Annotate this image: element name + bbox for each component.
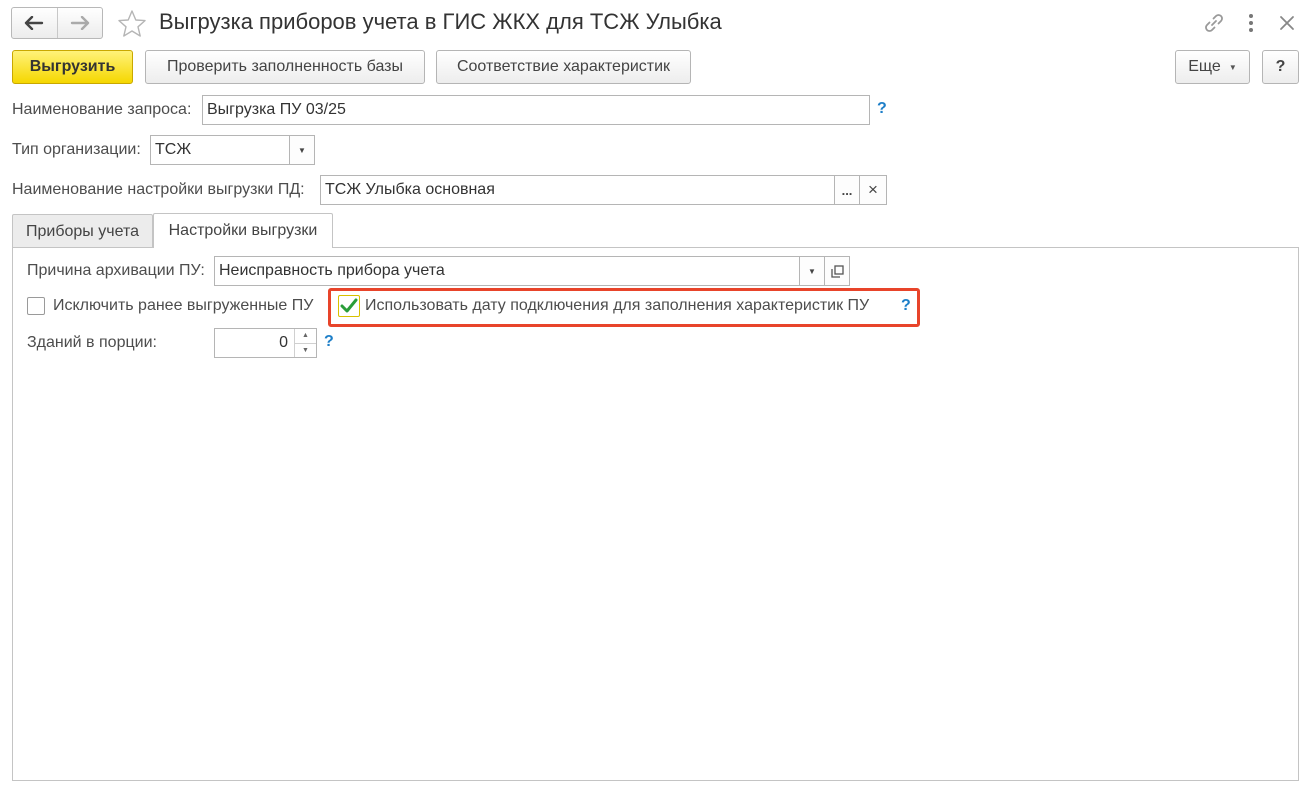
use-connection-date-checkbox[interactable] xyxy=(338,295,360,317)
buildings-per-batch-value: 0 xyxy=(279,334,288,351)
org-type-label: Тип организации: xyxy=(12,141,141,158)
checkmark-icon xyxy=(340,298,358,313)
buildings-spinner: ▲ ▼ xyxy=(294,329,316,357)
more-vertical-icon[interactable] xyxy=(1244,12,1258,34)
page-title: Выгрузка приборов учета в ГИС ЖКХ для ТС… xyxy=(159,9,722,34)
navigation-buttons xyxy=(11,7,103,39)
help-button[interactable]: ? xyxy=(1262,50,1299,84)
settings-name-label: Наименование настройки выгрузки ПД: xyxy=(12,181,305,198)
buildings-per-batch-help-icon[interactable]: ? xyxy=(324,333,334,351)
link-icon[interactable] xyxy=(1203,12,1225,34)
request-name-help-icon[interactable]: ? xyxy=(877,100,887,118)
settings-select-button[interactable]: ... xyxy=(834,175,860,205)
archive-reason-dropdown-button[interactable]: ▼ xyxy=(799,256,825,286)
spin-down-icon[interactable]: ▼ xyxy=(295,342,316,358)
more-button-label: Еще xyxy=(1188,58,1221,75)
forward-button[interactable] xyxy=(56,8,103,38)
chevron-down-icon: ▼ xyxy=(1228,62,1237,72)
arrow-left-icon xyxy=(25,16,44,30)
use-connection-date-label: Использовать дату подключения для заполн… xyxy=(365,297,870,314)
archive-reason-field[interactable]: Неисправность прибора учета xyxy=(214,256,800,286)
settings-tab-panel xyxy=(12,247,1299,781)
spin-up-icon[interactable]: ▲ xyxy=(295,329,316,343)
chevron-down-icon: ▼ xyxy=(808,266,816,276)
check-database-button[interactable]: Проверить заполненность базы xyxy=(145,50,425,84)
use-connection-date-help-icon[interactable]: ? xyxy=(901,297,911,315)
more-button[interactable]: Еще ▼ xyxy=(1175,50,1250,84)
tab-upload-settings[interactable]: Настройки выгрузки xyxy=(153,213,333,248)
request-name-field[interactable]: Выгрузка ПУ 03/25 xyxy=(202,95,870,125)
back-button[interactable] xyxy=(12,8,57,38)
upload-button[interactable]: Выгрузить xyxy=(12,50,133,84)
arrow-right-icon xyxy=(70,16,89,30)
star-icon[interactable] xyxy=(117,9,147,39)
tab-meters[interactable]: Приборы учета xyxy=(12,214,153,248)
exclude-uploaded-checkbox[interactable] xyxy=(27,297,45,315)
buildings-per-batch-field[interactable]: 0 ▲ ▼ xyxy=(214,328,317,358)
archive-reason-open-button[interactable] xyxy=(824,256,850,286)
settings-clear-button[interactable]: × xyxy=(859,175,887,205)
characteristics-match-button[interactable]: Соответствие характеристик xyxy=(436,50,691,84)
buildings-per-batch-label: Зданий в порции: xyxy=(27,334,157,351)
close-icon[interactable] xyxy=(1276,12,1298,34)
archive-reason-label: Причина архивации ПУ: xyxy=(27,262,205,279)
org-type-field[interactable]: ТСЖ xyxy=(150,135,290,165)
settings-name-field[interactable]: ТСЖ Улыбка основная xyxy=(320,175,836,205)
chevron-down-icon: ▼ xyxy=(298,145,306,155)
request-name-label: Наименование запроса: xyxy=(12,101,192,118)
org-type-dropdown-button[interactable]: ▼ xyxy=(289,135,315,165)
open-window-icon xyxy=(830,264,844,278)
exclude-uploaded-label: Исключить ранее выгруженные ПУ xyxy=(53,297,314,314)
